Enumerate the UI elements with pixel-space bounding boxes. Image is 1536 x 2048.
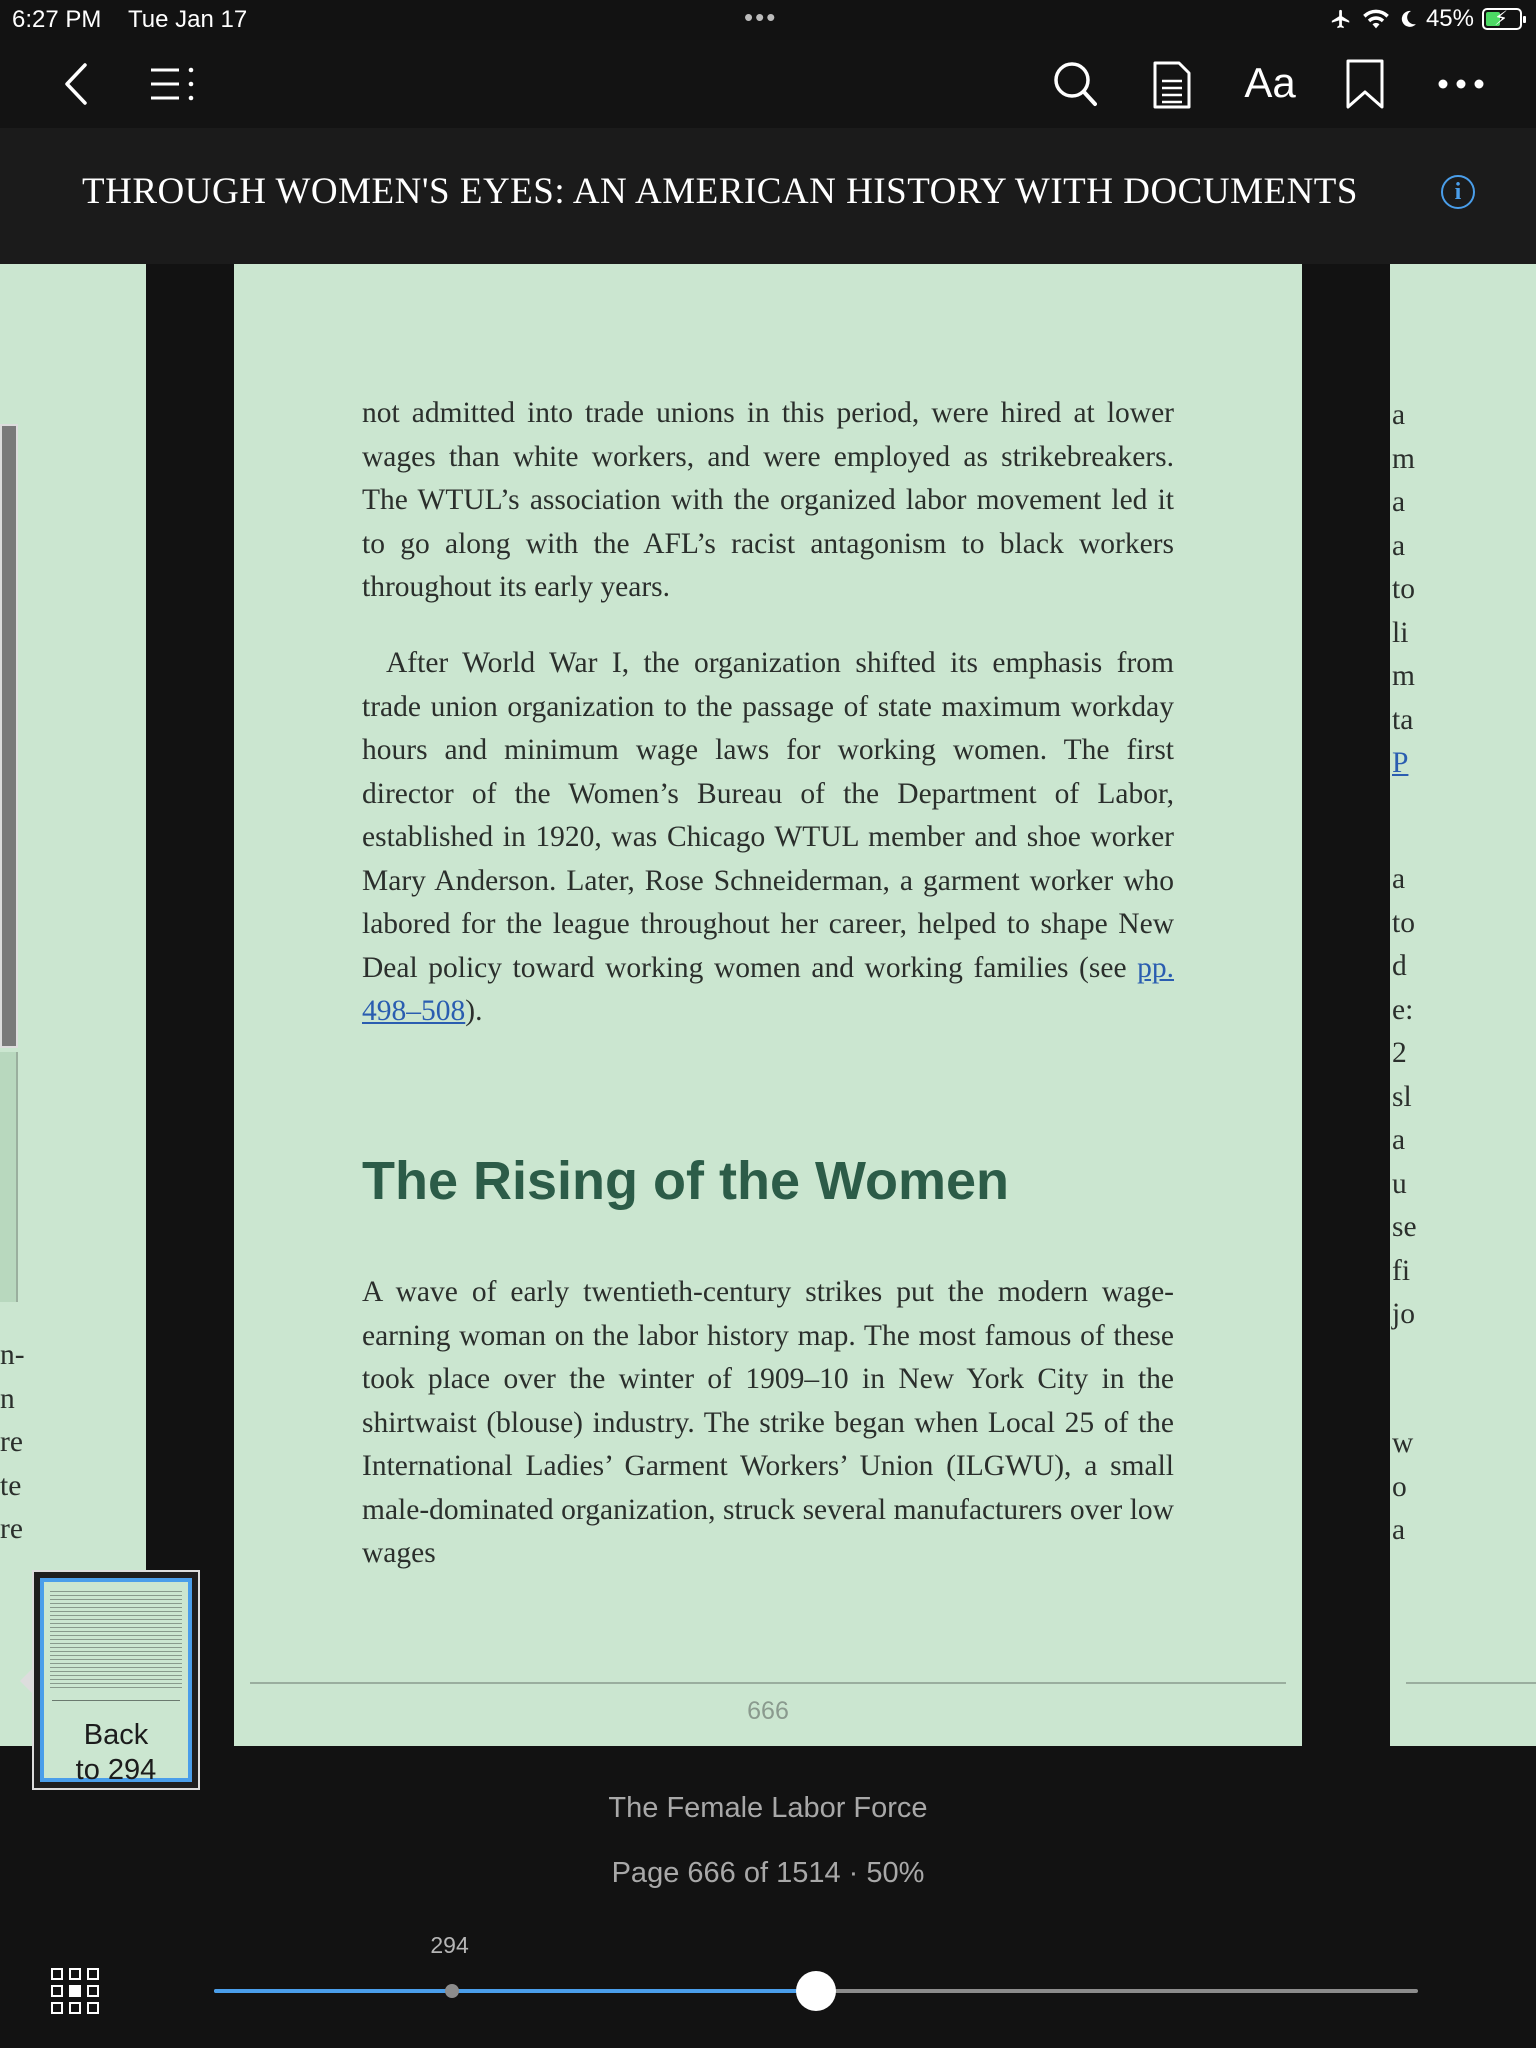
text-fragment: n- bbox=[0, 1339, 25, 1371]
text-fragment: m bbox=[1392, 442, 1415, 475]
battery-percent: 45% bbox=[1425, 5, 1474, 32]
back-to-page-button[interactable]: Back to 294 bbox=[32, 1570, 200, 1790]
image-caption-fragment bbox=[0, 1052, 18, 1302]
page-slider-progress bbox=[214, 1989, 816, 1993]
bookmark-button[interactable] bbox=[1344, 58, 1386, 110]
search-button[interactable] bbox=[1052, 60, 1098, 108]
page-divider bbox=[250, 1682, 1286, 1684]
thumbnail-divider bbox=[52, 1700, 180, 1701]
text-fragment: se bbox=[1392, 1211, 1417, 1243]
current-page[interactable]: not admitted into trade unions in this p… bbox=[234, 264, 1302, 1746]
wifi-icon bbox=[1363, 9, 1389, 29]
next-page-text-b: a to d e: 2 sl a u se fi jo bbox=[1392, 858, 1417, 1337]
text-fragment: to bbox=[1392, 906, 1415, 939]
reader-toolbar: Aa bbox=[0, 40, 1536, 128]
text-fragment: m bbox=[1392, 660, 1415, 692]
more-options-button[interactable] bbox=[1436, 70, 1486, 98]
chevron-left-icon bbox=[65, 63, 87, 105]
text-fragment: w bbox=[1392, 1427, 1414, 1459]
text-fragment: te bbox=[0, 1469, 22, 1502]
back-button[interactable] bbox=[56, 62, 96, 106]
status-bar: 6:27 PM Tue Jan 17 ••• 45% ⚡ bbox=[0, 0, 1536, 40]
text-fragment: a bbox=[1392, 1514, 1406, 1546]
page-slider-thumb[interactable] bbox=[796, 1971, 836, 2011]
book-title: THROUGH WOMEN'S EYES: AN AMERICAN HISTOR… bbox=[82, 171, 1358, 212]
slider-previous-position-marker[interactable] bbox=[445, 1984, 460, 1998]
table-of-contents-button[interactable] bbox=[148, 64, 196, 104]
next-page-link[interactable]: P bbox=[1392, 742, 1408, 786]
back-to-label: Back to 294 bbox=[75, 1719, 157, 1786]
paragraph: not admitted into trade unions in this p… bbox=[362, 397, 1174, 603]
text-fragment: to bbox=[1392, 573, 1415, 605]
document-icon bbox=[1153, 61, 1191, 109]
page-number: 666 bbox=[747, 1697, 789, 1725]
font-size-icon: Aa bbox=[1244, 59, 1296, 106]
page-image-fragment bbox=[0, 424, 18, 1048]
paragraph: After World War I, the organization shif… bbox=[362, 647, 1174, 1027]
moon-icon bbox=[1401, 10, 1416, 27]
text-fragment: a bbox=[1392, 529, 1406, 562]
page-thumbnail: Back to 294 bbox=[40, 1578, 192, 1786]
text-fragment: d bbox=[1392, 950, 1407, 982]
multitasking-dots-icon[interactable]: ••• bbox=[744, 2, 777, 33]
previous-page[interactable]: n-n re te re bbox=[0, 264, 146, 1746]
text-fragment: a bbox=[1392, 399, 1406, 431]
text-fragment: a bbox=[1392, 1124, 1406, 1156]
status-time: 6:27 PM bbox=[12, 6, 102, 33]
battery-icon: ⚡ bbox=[1482, 8, 1526, 30]
text-fragment: fi bbox=[1392, 1254, 1411, 1287]
text-fragment: li bbox=[1392, 616, 1409, 649]
thumbnail-text-lines bbox=[50, 1588, 182, 1688]
notes-button[interactable] bbox=[1152, 60, 1192, 110]
text-fragment: n bbox=[0, 1382, 15, 1415]
airplane-mode-icon bbox=[1331, 9, 1350, 29]
text-fragment: e: bbox=[1392, 993, 1414, 1026]
next-page-text-a: a m a a to li m ta bbox=[1392, 394, 1415, 742]
font-settings-button[interactable]: Aa bbox=[1240, 58, 1300, 108]
book-info-icon[interactable]: i bbox=[1441, 175, 1475, 209]
text-fragment: re bbox=[0, 1426, 23, 1458]
book-title-bar: THROUGH WOMEN'S EYES: AN AMERICAN HISTOR… bbox=[0, 128, 1536, 264]
slider-marker-label: 294 bbox=[430, 1932, 469, 1958]
text-fragment: jo bbox=[1392, 1298, 1415, 1330]
next-page-text-c: woa bbox=[1392, 1422, 1413, 1553]
text-fragment: a bbox=[1392, 863, 1406, 895]
text-fragment: sl bbox=[1392, 1080, 1412, 1113]
section-heading: The Rising of the Women bbox=[362, 1151, 1009, 1211]
text-fragment: 2 bbox=[1392, 1037, 1407, 1069]
search-icon bbox=[1054, 62, 1097, 106]
page-grid-button[interactable] bbox=[51, 1968, 101, 2014]
text-fragment: re bbox=[0, 1513, 23, 1545]
status-indicators: 45% ⚡ bbox=[1328, 5, 1526, 33]
page-divider bbox=[1406, 1682, 1536, 1684]
bookmark-icon bbox=[1346, 59, 1384, 109]
status-date: Tue Jan 17 bbox=[128, 6, 248, 33]
next-page[interactable]: a m a a to li m ta P a to d e: 2 sl a u se fi jo woa bbox=[1390, 264, 1536, 1746]
paragraph: A wave of early twentieth-century strike… bbox=[362, 1276, 1174, 1569]
text-fragment: ta bbox=[1392, 703, 1414, 736]
more-dots-icon bbox=[1438, 79, 1484, 89]
chapter-title: The Female Labor Force bbox=[608, 1792, 928, 1824]
previous-page-text: n-n re te re bbox=[0, 1334, 25, 1552]
page-progress-info: Page 666 of 1514 · 50% bbox=[611, 1857, 925, 1889]
text-fragment: u bbox=[1392, 1167, 1407, 1200]
contents-list-icon bbox=[151, 67, 194, 101]
text-fragment: o bbox=[1392, 1470, 1407, 1503]
text-fragment: a bbox=[1392, 486, 1406, 518]
